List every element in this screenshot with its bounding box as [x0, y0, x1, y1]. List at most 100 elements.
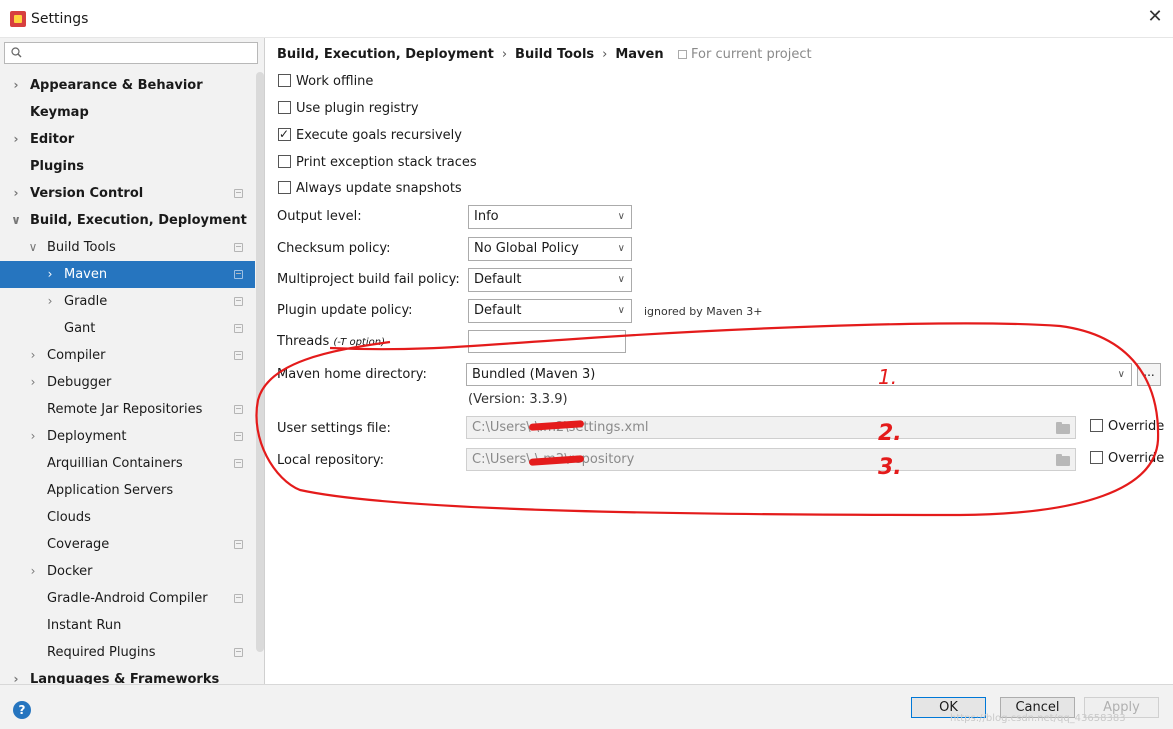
- chevron-down-icon: ∨: [1117, 369, 1125, 380]
- plugin-update-policy-label: Plugin update policy:: [277, 303, 413, 318]
- use-plugin-registry-checkbox[interactable]: Use plugin registry: [278, 100, 419, 120]
- project-scope-icon: [234, 540, 243, 549]
- checkbox-box[interactable]: [278, 74, 291, 87]
- sidebar-item-label: Gradle-Android Compiler: [47, 591, 208, 606]
- checksum-policy-select[interactable]: No Global Policy ∨: [468, 237, 632, 261]
- sidebar-item-label: Docker: [47, 564, 93, 579]
- chevron-right-icon[interactable]: ›: [44, 288, 56, 315]
- sidebar-item-label: Editor: [30, 132, 75, 147]
- checkbox-label: Override: [1108, 451, 1165, 466]
- sidebar-item-appearance-behavior[interactable]: › Appearance & Behavior: [0, 72, 255, 99]
- close-icon[interactable]: ✕: [1147, 8, 1163, 26]
- settings-search-input[interactable]: [4, 42, 258, 64]
- sidebar-item-version-control[interactable]: › Version Control: [0, 180, 255, 207]
- sidebar-item-label: Deployment: [47, 429, 127, 444]
- sidebar-item-deployment[interactable]: › Deployment: [0, 423, 255, 450]
- sidebar-item-build-tools[interactable]: ∨ Build Tools: [0, 234, 255, 261]
- chevron-right-icon[interactable]: ›: [27, 369, 39, 396]
- sidebar-item-docker[interactable]: › Docker: [0, 558, 255, 585]
- settings-tree: › Appearance & Behavior Keymap › Editor Plugi…: [0, 72, 255, 693]
- chevron-right-icon[interactable]: ›: [10, 126, 22, 153]
- threads-hint: (-T option): [333, 337, 385, 348]
- sidebar-item-label: Required Plugins: [47, 645, 156, 660]
- checkbox-box[interactable]: [278, 125, 291, 143]
- folder-icon[interactable]: [1056, 422, 1070, 434]
- maven-home-select[interactable]: Bundled (Maven 3) ∨: [466, 363, 1132, 386]
- chevron-right-icon[interactable]: ›: [10, 180, 22, 207]
- select-value: No Global Policy: [474, 241, 579, 256]
- sidebar-item-maven[interactable]: › Maven: [0, 261, 255, 288]
- sidebar-item-plugins[interactable]: Plugins: [0, 153, 255, 180]
- sidebar-item-arquillian-containers[interactable]: Arquillian Containers: [0, 450, 255, 477]
- breadcrumb-item: Maven: [615, 47, 664, 62]
- chevron-right-icon[interactable]: ›: [10, 72, 22, 99]
- breadcrumb-separator: ›: [602, 47, 608, 62]
- chevron-right-icon[interactable]: ›: [27, 423, 39, 450]
- checkbox-box[interactable]: [278, 181, 291, 194]
- breadcrumb-item: Build, Execution, Deployment: [277, 47, 494, 62]
- checkbox-box[interactable]: [1090, 451, 1103, 464]
- checkbox-box[interactable]: [278, 155, 291, 168]
- threads-input[interactable]: [468, 330, 626, 353]
- chevron-right-icon[interactable]: ›: [27, 558, 39, 585]
- chevron-down-icon[interactable]: ∨: [10, 207, 22, 234]
- sidebar-item-gradle-android-compiler[interactable]: Gradle-Android Compiler: [0, 585, 255, 612]
- sidebar-item-gant[interactable]: Gant: [0, 315, 255, 342]
- sidebar-item-label: Maven: [64, 267, 108, 282]
- sidebar-item-label: Version Control: [30, 186, 144, 201]
- folder-icon[interactable]: [1056, 454, 1070, 466]
- sidebar-item-instant-run[interactable]: Instant Run: [0, 612, 255, 639]
- always-update-snapshots-checkbox[interactable]: Always update snapshots: [278, 180, 462, 200]
- sidebar-item-gradle[interactable]: › Gradle: [0, 288, 255, 315]
- output-level-select[interactable]: Info ∨: [468, 205, 632, 229]
- select-value: Default: [474, 303, 522, 318]
- sidebar-item-required-plugins[interactable]: Required Plugins: [0, 639, 255, 666]
- sidebar-item-debugger[interactable]: › Debugger: [0, 369, 255, 396]
- sidebar-item-label: Build Tools: [47, 240, 116, 255]
- select-value: Bundled (Maven 3): [472, 367, 596, 382]
- sidebar-item-label: Coverage: [47, 537, 110, 552]
- sidebar-item-label: Instant Run: [47, 618, 122, 633]
- threads-label-text: Threads: [277, 334, 330, 349]
- intellij-app-icon: [10, 11, 26, 27]
- for-current-project-label: For current project: [678, 47, 812, 62]
- sidebar-item-editor[interactable]: › Editor: [0, 126, 255, 153]
- checkbox-box[interactable]: [278, 101, 291, 114]
- sidebar-item-label: Appearance & Behavior: [30, 78, 203, 93]
- sidebar-item-label: Gradle: [64, 294, 108, 309]
- chevron-right-icon[interactable]: ›: [27, 342, 39, 369]
- output-level-label: Output level:: [277, 209, 362, 224]
- sidebar-item-remote-jar-repositories[interactable]: Remote Jar Repositories: [0, 396, 255, 423]
- project-scope-icon: [234, 459, 243, 468]
- sidebar-item-build-execution-deployment[interactable]: ∨ Build, Execution, Deployment: [0, 207, 255, 234]
- sidebar-item-label: Clouds: [47, 510, 91, 525]
- sidebar-scrollbar[interactable]: [256, 72, 264, 652]
- work-offline-checkbox[interactable]: Work offline: [278, 73, 373, 93]
- sidebar-item-coverage[interactable]: Coverage: [0, 531, 255, 558]
- project-scope-icon: [234, 189, 243, 198]
- sidebar-item-label: Compiler: [47, 348, 106, 363]
- print-exception-stack-traces-checkbox[interactable]: Print exception stack traces: [278, 154, 477, 174]
- multiproject-fail-policy-select[interactable]: Default ∨: [468, 268, 632, 292]
- override-user-settings-checkbox[interactable]: Override: [1090, 419, 1164, 434]
- plugin-update-policy-select[interactable]: Default ∨: [468, 299, 632, 323]
- sidebar-item-label: Build, Execution, Deployment: [30, 213, 247, 228]
- browse-maven-home-button[interactable]: ...: [1137, 363, 1161, 386]
- checkbox-box[interactable]: [1090, 419, 1103, 432]
- project-scope-icon: [234, 405, 243, 414]
- sidebar-item-application-servers[interactable]: Application Servers: [0, 477, 255, 504]
- checkbox-label: Print exception stack traces: [296, 155, 477, 170]
- chevron-down-icon[interactable]: ∨: [27, 234, 39, 261]
- sidebar-item-clouds[interactable]: Clouds: [0, 504, 255, 531]
- help-icon[interactable]: ?: [13, 701, 31, 719]
- chevron-down-icon: ∨: [617, 305, 625, 316]
- override-local-repo-checkbox[interactable]: Override: [1090, 451, 1164, 466]
- sidebar-item-label: Application Servers: [47, 483, 174, 498]
- sidebar-item-compiler[interactable]: › Compiler: [0, 342, 255, 369]
- sidebar-item-keymap[interactable]: Keymap: [0, 99, 255, 126]
- project-scope-icon: [234, 432, 243, 441]
- chevron-right-icon[interactable]: ›: [44, 261, 56, 288]
- sidebar-item-label: Gant: [64, 321, 96, 336]
- execute-goals-recursively-checkbox[interactable]: Execute goals recursively: [278, 125, 462, 147]
- window-title: Settings: [31, 11, 89, 27]
